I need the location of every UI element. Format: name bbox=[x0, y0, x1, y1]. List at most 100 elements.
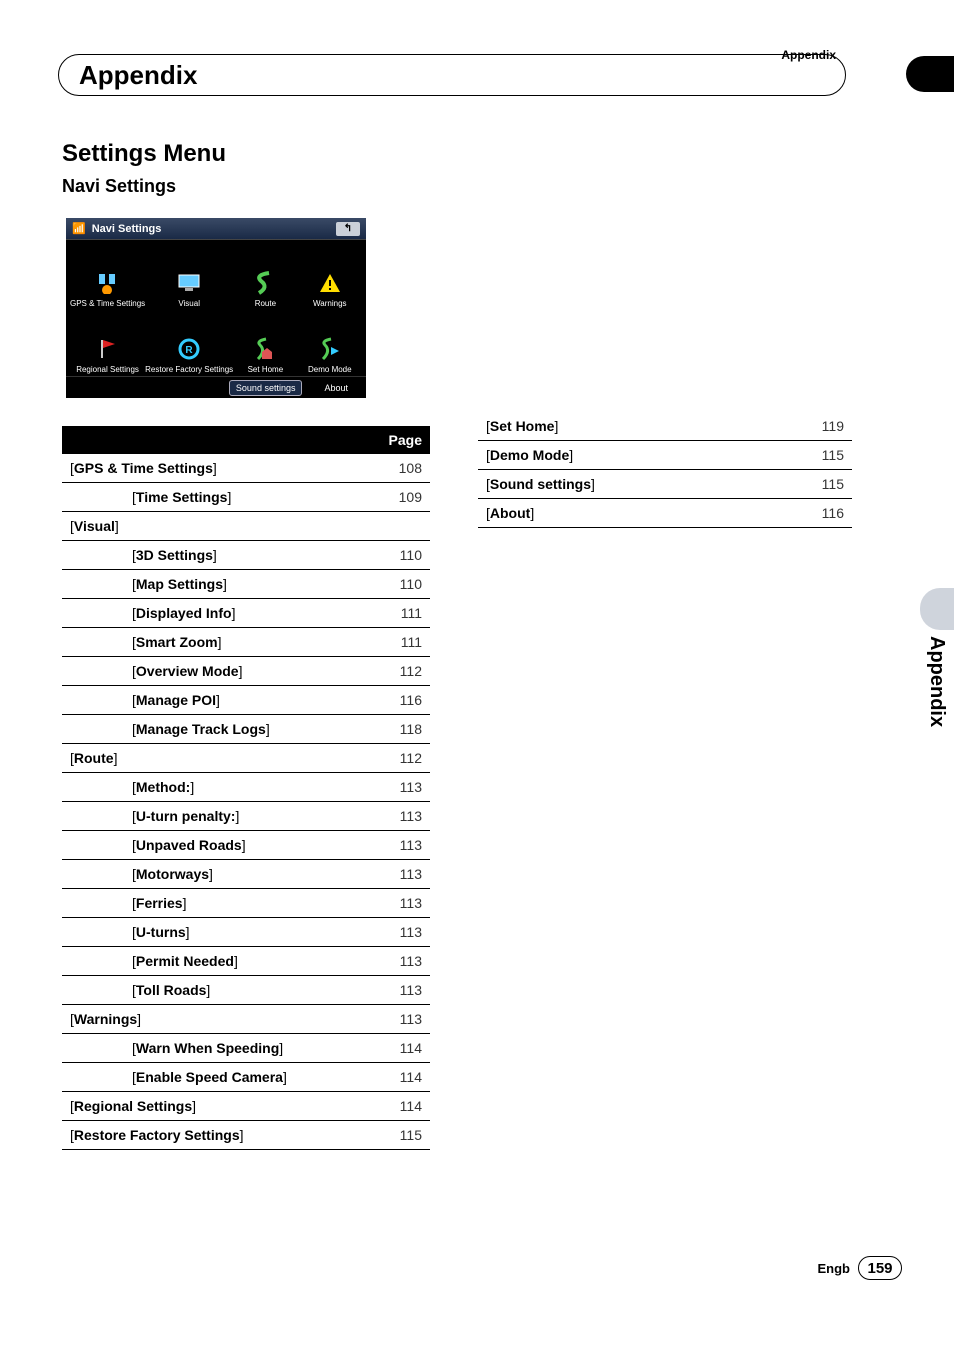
setting-name-cell: [U-turns] bbox=[62, 918, 370, 947]
table-row: [Displayed Info]111 bbox=[62, 599, 430, 628]
cell-warnings: Warnings bbox=[313, 299, 347, 308]
page-cell: 113 bbox=[370, 947, 430, 976]
page-cell: 116 bbox=[792, 499, 852, 528]
screenshot-footer: Sound settings About bbox=[66, 376, 366, 398]
table-row: [Smart Zoom]111 bbox=[62, 628, 430, 657]
table-row: [3D Settings]110 bbox=[62, 541, 430, 570]
side-tab bbox=[920, 588, 954, 630]
table-row: [Warnings]113 bbox=[62, 1005, 430, 1034]
setting-name-cell: [Motorways] bbox=[62, 860, 370, 889]
setting-name-cell: [Method:] bbox=[62, 773, 370, 802]
table-row: [Route]112 bbox=[62, 744, 430, 773]
setting-name-cell: [Toll Roads] bbox=[62, 976, 370, 1005]
page-cell: 113 bbox=[370, 918, 430, 947]
setting-name-cell: [Map Settings] bbox=[62, 570, 370, 599]
setting-name-cell: [Permit Needed] bbox=[62, 947, 370, 976]
table-row: [Manage POI]116 bbox=[62, 686, 430, 715]
setting-name-cell: [Warnings] bbox=[62, 1005, 370, 1034]
settings-table-left: Page [GPS & Time Settings]108[Time Setti… bbox=[62, 426, 430, 1150]
setting-name-cell: [Demo Mode] bbox=[478, 441, 792, 470]
setting-name-cell: [Smart Zoom] bbox=[62, 628, 370, 657]
page-cell: 113 bbox=[370, 773, 430, 802]
page-cell: 110 bbox=[370, 570, 430, 599]
setting-name-cell: [Displayed Info] bbox=[62, 599, 370, 628]
about-button: About bbox=[318, 381, 354, 395]
setting-name-cell: [Manage Track Logs] bbox=[62, 715, 370, 744]
page-cell bbox=[370, 512, 430, 541]
table-row: [Regional Settings]114 bbox=[62, 1092, 430, 1121]
table-row: [GPS & Time Settings]108 bbox=[62, 454, 430, 483]
table-row: [U-turn penalty:]113 bbox=[62, 802, 430, 831]
side-section-label: Appendix bbox=[925, 636, 948, 727]
back-icon: ↰ bbox=[336, 222, 360, 236]
page-cell: 114 bbox=[370, 1063, 430, 1092]
table-row: [Method:]113 bbox=[62, 773, 430, 802]
page-cell: 114 bbox=[370, 1034, 430, 1063]
table-row: [Manage Track Logs]118 bbox=[62, 715, 430, 744]
screenshot-grid: GPS & Time Settings Visual Route Warning… bbox=[66, 240, 366, 376]
table-row: [Demo Mode]115 bbox=[478, 441, 852, 470]
table-row: [U-turns]113 bbox=[62, 918, 430, 947]
home-icon bbox=[251, 337, 279, 361]
page-cell: 118 bbox=[370, 715, 430, 744]
col-header-empty bbox=[62, 426, 370, 454]
page-number-badge: 159 bbox=[858, 1256, 902, 1280]
page-cell: 115 bbox=[370, 1121, 430, 1150]
page-cell: 113 bbox=[370, 1005, 430, 1034]
page-cell: 108 bbox=[370, 454, 430, 483]
setting-name-cell: [Visual] bbox=[62, 512, 370, 541]
cell-gps: GPS & Time Settings bbox=[70, 299, 145, 308]
footer-language: Engb bbox=[818, 1261, 851, 1276]
demo-icon bbox=[316, 337, 344, 361]
page-cell: 115 bbox=[792, 470, 852, 499]
setting-name-cell: [GPS & Time Settings] bbox=[62, 454, 370, 483]
table-row: [Motorways]113 bbox=[62, 860, 430, 889]
settings-table-right: [Set Home]119[Demo Mode]115[Sound settin… bbox=[478, 412, 852, 528]
page-cell: 113 bbox=[370, 889, 430, 918]
page-cell: 113 bbox=[370, 802, 430, 831]
table-row: [Toll Roads]113 bbox=[62, 976, 430, 1005]
page-cell: 111 bbox=[370, 628, 430, 657]
screenshot-header: 📶 Navi Settings ↰ bbox=[66, 218, 366, 240]
setting-name-cell: [3D Settings] bbox=[62, 541, 370, 570]
col-header-page: Page bbox=[370, 426, 430, 454]
antenna-icon: 📶 bbox=[72, 222, 86, 235]
setting-name-cell: [Ferries] bbox=[62, 889, 370, 918]
section-subtitle: Navi Settings bbox=[62, 176, 176, 197]
table-row: [Permit Needed]113 bbox=[62, 947, 430, 976]
page-cell: 116 bbox=[370, 686, 430, 715]
table-row: [Time Settings]109 bbox=[62, 483, 430, 512]
cell-route: Route bbox=[255, 299, 276, 308]
flag-icon bbox=[94, 337, 122, 361]
cell-restore: Restore Factory Settings bbox=[145, 365, 233, 374]
setting-name-cell: [Set Home] bbox=[478, 412, 792, 441]
setting-name-cell: [Time Settings] bbox=[62, 483, 370, 512]
page-cell: 113 bbox=[370, 831, 430, 860]
route-icon bbox=[251, 271, 279, 295]
svg-text:R: R bbox=[186, 345, 194, 356]
setting-name-cell: [Enable Speed Camera] bbox=[62, 1063, 370, 1092]
table-row: [Overview Mode]112 bbox=[62, 657, 430, 686]
table-row: [Restore Factory Settings]115 bbox=[62, 1121, 430, 1150]
page-cell: 115 bbox=[792, 441, 852, 470]
cell-demo: Demo Mode bbox=[308, 365, 352, 374]
setting-name-cell: [Regional Settings] bbox=[62, 1092, 370, 1121]
restore-icon: R bbox=[175, 337, 203, 361]
table-row: [Enable Speed Camera]114 bbox=[62, 1063, 430, 1092]
table-row: [Unpaved Roads]113 bbox=[62, 831, 430, 860]
warning-icon bbox=[316, 271, 344, 295]
satellite-icon bbox=[94, 271, 122, 295]
sound-settings-button: Sound settings bbox=[229, 380, 303, 396]
page-cell: 114 bbox=[370, 1092, 430, 1121]
cell-visual: Visual bbox=[178, 299, 200, 308]
setting-name-cell: [Overview Mode] bbox=[62, 657, 370, 686]
page-cell: 110 bbox=[370, 541, 430, 570]
section-title: Settings Menu bbox=[62, 140, 226, 168]
page-cell: 113 bbox=[370, 976, 430, 1005]
cell-sethome: Set Home bbox=[248, 365, 284, 374]
page-cell: 112 bbox=[370, 657, 430, 686]
chapter-capsule: Appendix bbox=[58, 54, 846, 96]
table-row: [Warn When Speeding]114 bbox=[62, 1034, 430, 1063]
page-cell: 109 bbox=[370, 483, 430, 512]
table-row: [Map Settings]110 bbox=[62, 570, 430, 599]
